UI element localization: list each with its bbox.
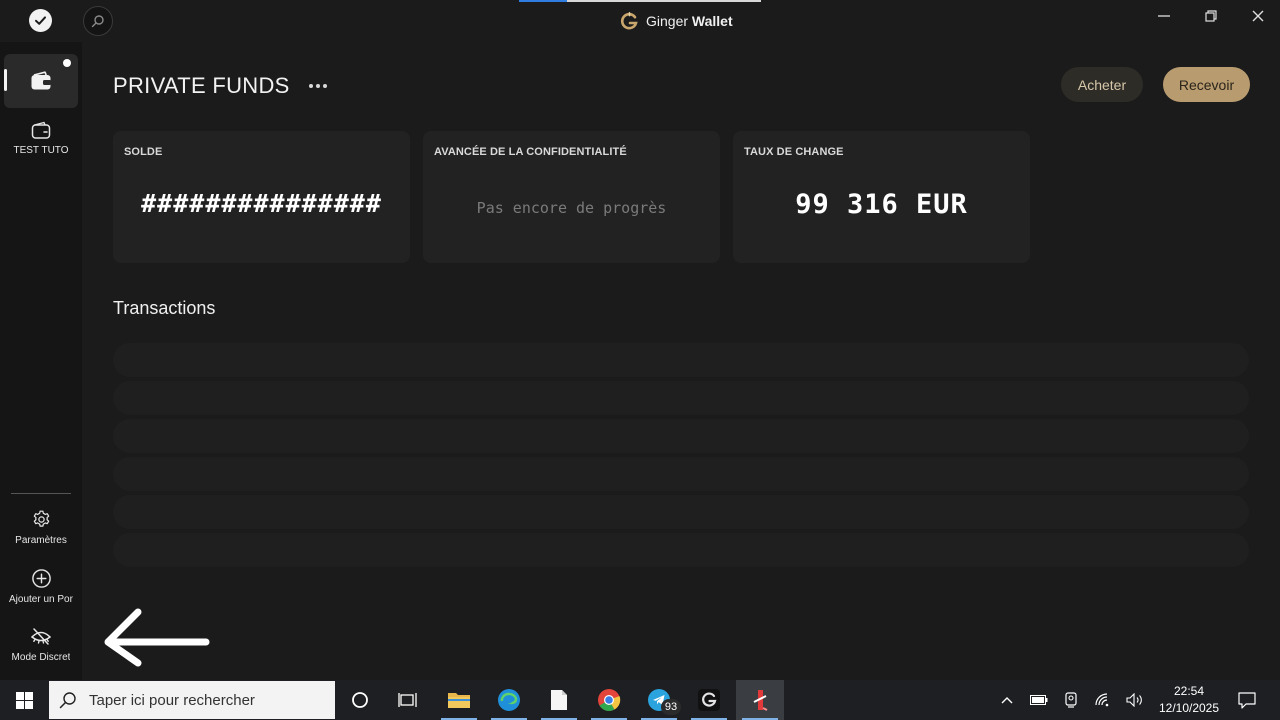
sidebar-item-discreet-mode[interactable]: Mode Discret [0, 627, 82, 663]
chrome-button[interactable] [585, 680, 633, 720]
dot-icon [323, 84, 327, 88]
search-icon[interactable] [83, 6, 113, 36]
app-brand: Ginger Wallet [620, 10, 733, 32]
sidebar-item-label: TEST TUTO [13, 145, 69, 156]
sidebar-item-test-tuto[interactable]: TEST TUTO [0, 121, 82, 156]
sidebar: TEST TUTO Paramètres Ajouter un Portefeu… [0, 42, 82, 680]
card-title: TAUX DE CHANGE [744, 146, 844, 158]
card-title: AVANCÉE DE LA CONFIDENTIALITÉ [434, 146, 627, 158]
eye-off-icon [31, 628, 51, 645]
active-indicator [4, 69, 7, 91]
minimize-button[interactable] [1149, 4, 1179, 28]
taskbar-search-placeholder: Taper ici pour rechercher [89, 691, 255, 709]
task-view-icon [398, 693, 417, 707]
dot-icon [309, 84, 313, 88]
dot-icon [316, 84, 320, 88]
notification-dot [63, 59, 71, 67]
transaction-skeleton-row [113, 533, 1249, 567]
transactions-title: Transactions [113, 298, 216, 318]
network-button[interactable] [1092, 680, 1114, 720]
clock-time: 22:54 [1173, 684, 1205, 698]
sidebar-divider [11, 493, 71, 494]
notepad-button[interactable] [535, 680, 583, 720]
active-app-taskbar-button[interactable] [736, 680, 784, 720]
title-bar: Ginger Wallet [0, 0, 1280, 42]
privacy-progress-card: AVANCÉE DE LA CONFIDENTIALITÉ Pas encore… [423, 131, 720, 263]
webcam-icon [1065, 692, 1077, 708]
cortana-button[interactable] [336, 680, 384, 720]
task-view-button[interactable] [384, 680, 432, 720]
transaction-skeleton-row [113, 457, 1249, 491]
battery-icon [1030, 695, 1048, 705]
transaction-skeleton-row [113, 343, 1249, 377]
windows-logo-icon [15, 691, 33, 709]
cortana-circle-icon [352, 692, 368, 708]
ginger-logo-icon [698, 689, 720, 711]
search-icon [59, 692, 76, 709]
chevron-up-icon [1001, 697, 1013, 704]
wallet-icon [31, 71, 51, 90]
sync-progress-track [567, 0, 761, 2]
notification-icon [1238, 691, 1256, 709]
transaction-skeleton-row [113, 381, 1249, 415]
speaker-icon [1126, 693, 1142, 707]
edge-browser-button[interactable] [485, 680, 533, 720]
more-options-button[interactable] [305, 76, 331, 96]
notifications-button[interactable] [1234, 680, 1260, 720]
clock-date: 12/10/2025 [1158, 701, 1220, 715]
edge-icon [498, 689, 520, 711]
ginger-wallet-window: Ginger Wallet TEST TUTO Paramètres Ajout… [0, 0, 1280, 680]
show-hidden-icons-button[interactable] [996, 680, 1018, 720]
page-title: PRIVATE FUNDS [113, 73, 290, 98]
brand-suffix: Wallet [691, 13, 733, 29]
balance-value: ############### [141, 189, 382, 218]
ginger-wallet-taskbar-button[interactable] [685, 680, 733, 720]
card-title: SOLDE [124, 146, 163, 158]
taskbar-search-box[interactable]: Taper ici pour rechercher [49, 681, 335, 719]
windows-taskbar: Taper ici pour rechercher 93 22:54 12/10… [0, 680, 1280, 720]
receive-button[interactable]: Recevoir [1163, 67, 1250, 102]
privacy-progress-value: Pas encore de progrès [476, 199, 667, 217]
volume-button[interactable] [1124, 680, 1146, 720]
brand-prefix: Ginger [646, 13, 689, 29]
wifi-icon [1095, 693, 1109, 707]
gear-icon [33, 510, 49, 527]
sync-progress-segment [519, 0, 567, 2]
wallet-outline-icon [31, 121, 51, 139]
buy-button[interactable]: Acheter [1061, 67, 1143, 102]
meet-now-button[interactable] [1060, 680, 1082, 720]
plus-circle-icon [31, 569, 51, 588]
ginger-logo-icon [621, 11, 638, 29]
sidebar-item-add-wallet[interactable]: Ajouter un Portefeuille [0, 568, 82, 605]
status-check-icon[interactable] [29, 9, 52, 32]
folder-icon [448, 693, 470, 708]
chrome-icon [598, 689, 621, 711]
sidebar-item-label: Paramètres [15, 535, 67, 546]
annotation-arrow-icon [104, 608, 210, 667]
taskbar-clock[interactable]: 22:54 12/10/2025 [1152, 683, 1226, 717]
transaction-skeleton-row [113, 419, 1249, 453]
sidebar-item-settings[interactable]: Paramètres [0, 509, 82, 546]
sidebar-item-label: Mode Discret [11, 652, 71, 663]
sidebar-item-label: Ajouter un Portefeuille [9, 594, 73, 605]
file-explorer-button[interactable] [435, 680, 483, 720]
telegram-badge: 93 [661, 699, 681, 715]
windows-start-button[interactable] [0, 680, 48, 720]
battery-button[interactable] [1028, 680, 1050, 720]
document-icon [551, 690, 567, 710]
balance-card: SOLDE ############### [113, 131, 410, 263]
transaction-skeleton-row [113, 495, 1249, 529]
exchange-rate-card: TAUX DE CHANGE 99 316 EUR [733, 131, 1030, 263]
restore-button[interactable] [1196, 4, 1226, 28]
red-app-icon [753, 690, 768, 711]
exchange-rate-value: 99 316 EUR [795, 189, 968, 220]
close-button[interactable] [1243, 4, 1273, 28]
